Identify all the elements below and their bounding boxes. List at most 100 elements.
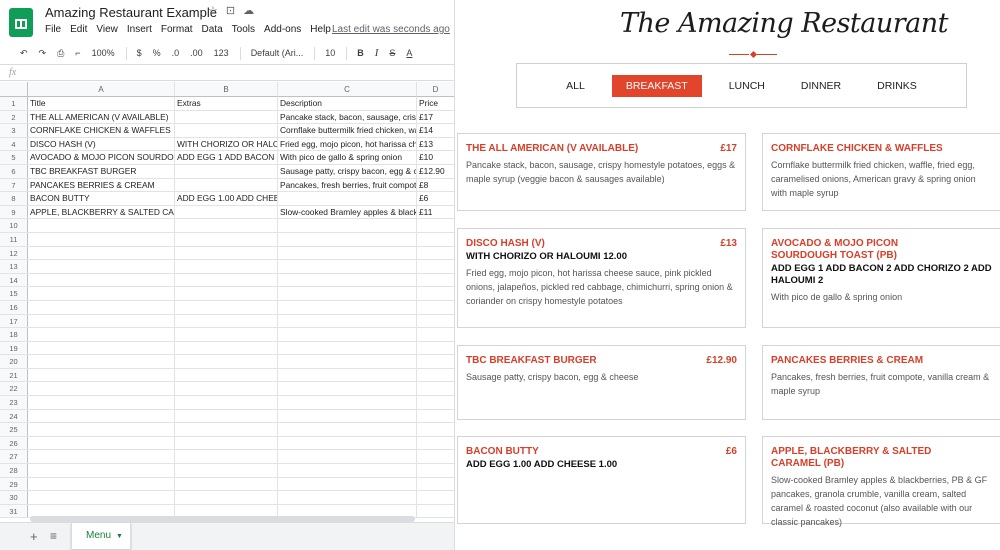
cell-b[interactable] [175, 368, 278, 382]
row-number[interactable]: 29 [0, 477, 28, 491]
cell-c[interactable] [278, 355, 417, 368]
cell-d[interactable] [417, 478, 454, 491]
row-number[interactable]: 1 [0, 97, 28, 110]
cell-a[interactable] [28, 341, 175, 355]
cell-c[interactable] [278, 450, 417, 464]
menu-item-card[interactable]: CORNFLAKE CHICKEN & WAFFLES Cornflake but… [762, 133, 1000, 211]
cell-b[interactable] [175, 124, 278, 137]
text-color-button[interactable]: A [406, 48, 412, 58]
cell-b[interactable] [175, 341, 278, 355]
row-number[interactable]: 2 [0, 110, 28, 124]
row-number[interactable]: 27 [0, 450, 28, 464]
menu-item-card[interactable]: TBC BREAKFAST BURGER £12.90 Sausage patty,… [457, 345, 746, 420]
cell-d[interactable] [417, 219, 454, 232]
cell-c[interactable] [278, 464, 417, 477]
cell-d[interactable]: £10 [417, 151, 454, 164]
cell-d[interactable] [417, 260, 454, 273]
cell-a[interactable] [28, 477, 175, 491]
cell-a[interactable] [28, 232, 175, 246]
cell-c[interactable] [278, 491, 417, 504]
row-number[interactable]: 15 [0, 287, 28, 300]
cell-c[interactable] [278, 314, 417, 328]
cell-a[interactable] [28, 382, 175, 396]
all-sheets-icon[interactable]: ≡ [50, 529, 57, 543]
row-number[interactable]: 10 [0, 219, 28, 232]
more-formats-button[interactable]: 123 [214, 48, 229, 58]
cell-c[interactable] [278, 368, 417, 382]
cell-d[interactable]: £14 [417, 124, 454, 137]
cell-b[interactable] [175, 273, 278, 287]
cell-d[interactable] [417, 301, 454, 314]
cell-b[interactable]: WITH CHORIZO OR HALOUMI [175, 137, 278, 151]
cell-d[interactable] [417, 287, 454, 300]
row-number[interactable]: 26 [0, 436, 28, 450]
cell-a[interactable] [28, 355, 175, 368]
column-header-c[interactable]: C [278, 82, 417, 97]
select-all-corner[interactable] [0, 82, 28, 97]
menu-insert[interactable]: Insert [127, 24, 152, 35]
font-select[interactable]: Default (Ari... [251, 48, 304, 58]
row-number[interactable]: 8 [0, 192, 28, 205]
row-number[interactable]: 19 [0, 341, 28, 355]
row-number[interactable]: 13 [0, 260, 28, 273]
cell-c[interactable] [278, 273, 417, 287]
font-size-select[interactable]: 10 [325, 48, 335, 58]
menu-addons[interactable]: Add-ons [264, 24, 301, 35]
cell-c[interactable]: Slow-cooked Bramley apples & blackberrie… [278, 205, 417, 219]
cell-a[interactable]: THE ALL AMERICAN (V AVAILABLE) [28, 110, 175, 124]
cell-b[interactable] [175, 205, 278, 219]
cell-c[interactable] [278, 341, 417, 355]
percent-format-button[interactable]: % [153, 48, 161, 58]
row-number[interactable]: 14 [0, 273, 28, 287]
cell-c[interactable] [278, 219, 417, 232]
cell-c[interactable] [278, 260, 417, 273]
cell-a[interactable] [28, 219, 175, 232]
cell-d[interactable] [417, 369, 454, 382]
menu-item-card[interactable]: PANCAKES BERRIES & CREAM Pancakes, fresh … [762, 345, 1000, 420]
tab-dinner[interactable]: DINNER [783, 75, 859, 97]
cell-a[interactable] [28, 464, 175, 477]
chevron-down-icon[interactable]: ▼ [116, 533, 123, 540]
row-number[interactable]: 20 [0, 355, 28, 368]
star-icon[interactable]: ☆ [208, 4, 218, 17]
cell-d[interactable] [417, 315, 454, 328]
last-edit-link[interactable]: Last edit was seconds ago [332, 24, 450, 35]
cell-d[interactable]: £6 [417, 192, 454, 205]
cell-c[interactable] [278, 409, 417, 423]
cell-a[interactable] [28, 423, 175, 436]
cell-c[interactable]: Pancake stack, bacon, sausage, crispy [278, 110, 417, 124]
undo-icon[interactable]: ↶ [20, 48, 28, 59]
menu-tools[interactable]: Tools [232, 24, 255, 35]
cell-d[interactable]: £8 [417, 179, 454, 192]
row-number[interactable]: 24 [0, 409, 28, 423]
cell-d[interactable]: Price [417, 97, 454, 110]
cell-b[interactable] [175, 423, 278, 436]
cell-d[interactable] [417, 274, 454, 287]
cell-c[interactable] [278, 328, 417, 341]
column-header-b[interactable]: B [175, 82, 278, 97]
menu-help[interactable]: Help [310, 24, 331, 35]
menu-file[interactable]: File [45, 24, 61, 35]
cell-b[interactable]: ADD EGG 1 ADD BACON [175, 151, 278, 164]
cell-c[interactable] [278, 396, 417, 409]
row-number[interactable]: 11 [0, 232, 28, 246]
cell-b[interactable] [175, 246, 278, 260]
cell-a[interactable] [28, 491, 175, 504]
cell-b[interactable] [175, 355, 278, 368]
menu-view[interactable]: View [96, 24, 118, 35]
cell-a[interactable]: Title [28, 97, 175, 110]
cell-d[interactable] [417, 233, 454, 246]
cell-a[interactable]: BACON BUTTY [28, 192, 175, 205]
cell-b[interactable] [175, 464, 278, 477]
cell-a[interactable] [28, 368, 175, 382]
cell-b[interactable] [175, 314, 278, 328]
cell-b[interactable] [175, 232, 278, 246]
cell-c[interactable] [278, 246, 417, 260]
row-number[interactable]: 16 [0, 300, 28, 314]
cell-c[interactable] [278, 423, 417, 436]
menu-format[interactable]: Format [161, 24, 193, 35]
menu-edit[interactable]: Edit [70, 24, 87, 35]
cell-b[interactable] [175, 260, 278, 273]
cell-a[interactable] [28, 409, 175, 423]
cell-b[interactable] [175, 491, 278, 504]
